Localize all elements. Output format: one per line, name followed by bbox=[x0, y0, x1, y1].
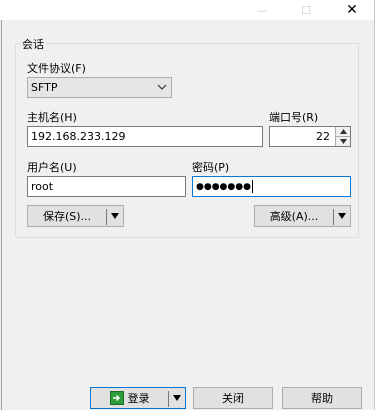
login-button[interactable]: 登录 bbox=[90, 387, 186, 409]
login-icon bbox=[109, 391, 124, 405]
left-panel-edge bbox=[0, 20, 2, 410]
port-value: 22 bbox=[316, 130, 330, 143]
port-spinner[interactable] bbox=[335, 127, 350, 146]
port-input[interactable]: 22 bbox=[269, 126, 351, 147]
spin-down-icon[interactable] bbox=[336, 137, 350, 146]
advanced-button-label: 高级(A)... bbox=[269, 210, 319, 223]
host-input[interactable]: 192.168.233.129 bbox=[27, 126, 263, 147]
help-button-label: 帮助 bbox=[311, 392, 333, 405]
session-group-title: 会话 bbox=[20, 36, 46, 52]
spin-up-icon[interactable] bbox=[336, 127, 350, 137]
host-label: 主机名(H) bbox=[27, 111, 77, 124]
host-value: 192.168.233.129 bbox=[31, 130, 126, 143]
minimize-button[interactable]: — bbox=[244, 0, 280, 20]
protocol-value: SFTP bbox=[31, 81, 58, 94]
text-caret bbox=[251, 180, 253, 193]
help-button[interactable]: 帮助 bbox=[282, 387, 362, 409]
advanced-button[interactable]: 高级(A)... bbox=[254, 205, 351, 227]
chevron-down-icon bbox=[157, 84, 167, 90]
password-value: ●●●●●●● bbox=[196, 181, 251, 192]
save-dropdown-arrow-icon[interactable] bbox=[107, 212, 123, 220]
maximize-button[interactable]: ☐ bbox=[288, 0, 324, 20]
password-input[interactable]: ●●●●●●● bbox=[192, 176, 351, 197]
user-value: root bbox=[31, 180, 54, 193]
save-button[interactable]: 保存(S)... bbox=[27, 205, 124, 227]
advanced-dropdown-arrow-icon[interactable] bbox=[334, 212, 350, 220]
user-label: 用户名(U) bbox=[27, 161, 77, 174]
password-label: 密码(P) bbox=[192, 161, 230, 174]
login-button-label: 登录 bbox=[127, 392, 150, 405]
protocol-label: 文件协议(F) bbox=[27, 62, 86, 75]
port-label: 端口号(R) bbox=[269, 111, 319, 124]
user-input[interactable]: root bbox=[27, 176, 186, 197]
save-button-label: 保存(S)... bbox=[42, 210, 92, 223]
close-button-label: 关闭 bbox=[222, 392, 244, 405]
login-dropdown-arrow-icon[interactable] bbox=[169, 394, 185, 402]
close-icon: ✕ bbox=[346, 2, 358, 18]
minimize-icon: — bbox=[256, 3, 268, 17]
close-button[interactable]: 关闭 bbox=[193, 387, 273, 409]
login-button-content: 登录 bbox=[91, 390, 168, 406]
maximize-icon: ☐ bbox=[301, 3, 311, 17]
protocol-select[interactable]: SFTP bbox=[27, 77, 172, 98]
close-window-button[interactable]: ✕ bbox=[334, 0, 370, 20]
